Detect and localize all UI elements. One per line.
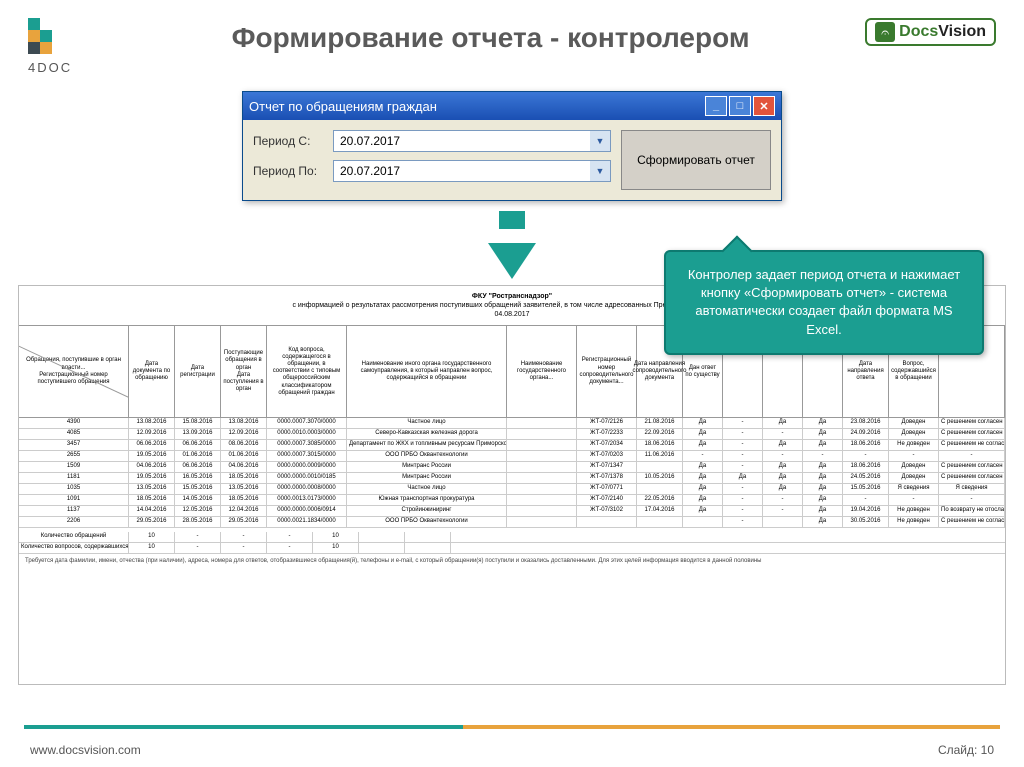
instruction-callout: Контролер задает период отчета и нажимае… bbox=[664, 250, 984, 355]
generate-button[interactable]: Сформировать отчет bbox=[621, 130, 771, 190]
table-row: 220629.05.201628.05.201629.05.20160000.0… bbox=[19, 517, 1005, 528]
footer-divider bbox=[24, 725, 1000, 729]
clip-icon: 𝄐 bbox=[875, 22, 895, 42]
table-row: 265519.05.201601.06.201601.06.20160000.0… bbox=[19, 451, 1005, 462]
summary-row: Количество вопросов, содержавшихся в обр… bbox=[19, 543, 1005, 554]
arrow-icon bbox=[499, 211, 525, 229]
header: 4DOC Формирование отчета - контролером 𝄐… bbox=[0, 0, 1024, 83]
period-to-input[interactable]: ▼ bbox=[333, 160, 611, 182]
table-row: 109118.05.201614.05.201618.05.20160000.0… bbox=[19, 495, 1005, 506]
logo-4doc: 4DOC bbox=[28, 18, 76, 75]
period-from-label: Период С: bbox=[253, 134, 325, 148]
report-dialog: Отчет по обращениям граждан _ □ ✕ Период… bbox=[242, 91, 782, 201]
table-row: 103513.05.201615.05.201613.05.20160000.0… bbox=[19, 484, 1005, 495]
footer: www.docsvision.com Слайд: 10 bbox=[0, 733, 1024, 767]
period-from-input[interactable]: ▼ bbox=[333, 130, 611, 152]
period-to-label: Период По: bbox=[253, 164, 325, 178]
table-row: 113714.04.201612.05.201612.04.20160000.0… bbox=[19, 506, 1005, 517]
dropdown-icon[interactable]: ▼ bbox=[590, 131, 610, 151]
maximize-button[interactable]: □ bbox=[729, 96, 751, 116]
page-title: Формирование отчета - контролером bbox=[116, 22, 865, 54]
table-row: 439013.08.201615.08.201613.08.20160000.0… bbox=[19, 418, 1005, 429]
close-button[interactable]: ✕ bbox=[753, 96, 775, 116]
dialog-title: Отчет по обращениям граждан bbox=[249, 99, 705, 114]
table-row: 150904.06.201606.06.201604.06.20160000.0… bbox=[19, 462, 1005, 473]
dialog-titlebar: Отчет по обращениям граждан _ □ ✕ bbox=[243, 92, 781, 120]
footer-slide: Слайд: 10 bbox=[938, 743, 994, 757]
table-row: 408512.09.201613.09.201612.09.20160000.0… bbox=[19, 429, 1005, 440]
logo-4doc-text: 4DOC bbox=[28, 60, 76, 75]
footer-url: www.docsvision.com bbox=[30, 743, 141, 757]
logo-docsvision: 𝄐 DocsVision bbox=[865, 18, 996, 46]
dropdown-icon[interactable]: ▼ bbox=[590, 161, 610, 181]
summary-row: Количество обращений10---10 bbox=[19, 532, 1005, 543]
arrow-down-icon bbox=[488, 243, 536, 279]
minimize-button[interactable]: _ bbox=[705, 96, 727, 116]
table-row: 345706.06.201606.06.201608.06.20160000.0… bbox=[19, 440, 1005, 451]
table-row: 118119.05.201616.05.201618.05.20160000.0… bbox=[19, 473, 1005, 484]
